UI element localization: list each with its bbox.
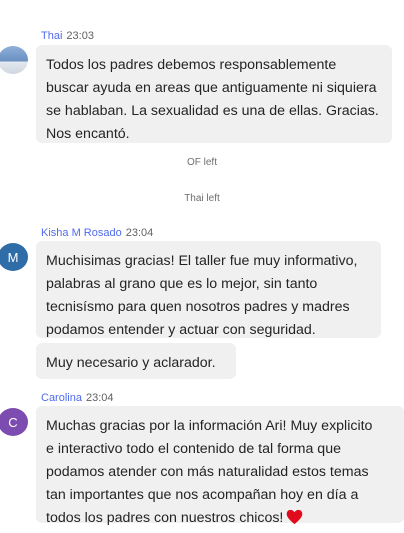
avatar-carolina[interactable]: C bbox=[0, 408, 28, 436]
avatar-thai[interactable] bbox=[0, 46, 28, 74]
message-header: Carolina 23:04 bbox=[41, 392, 114, 404]
sender-name[interactable]: Kisha M Rosado bbox=[41, 227, 122, 239]
heart-icon bbox=[286, 509, 303, 533]
sender-name[interactable]: Thai bbox=[41, 30, 62, 42]
avatar-kisha[interactable]: M bbox=[0, 243, 28, 271]
avatar-initial: C bbox=[8, 414, 18, 430]
message-timestamp: 23:03 bbox=[66, 30, 94, 42]
message-bubble[interactable]: Muchisimas gracias! El taller fue muy in… bbox=[36, 241, 381, 338]
message-text: Muchas gracias por la información Ari! M… bbox=[46, 418, 373, 526]
system-notice: OF left bbox=[186, 157, 217, 168]
message-timestamp: 23:04 bbox=[85, 392, 114, 404]
message-timestamp: 23:04 bbox=[125, 227, 154, 239]
system-notice: Thai left bbox=[184, 193, 220, 204]
message-header: Kisha M Rosado 23:04 bbox=[41, 227, 153, 239]
message-bubble[interactable]: Muy necesario y aclarador. bbox=[36, 343, 236, 379]
sender-name[interactable]: Carolina bbox=[41, 392, 82, 404]
message-header: Thai 23:03 bbox=[41, 30, 94, 42]
message-bubble[interactable]: Todos los padres debemos responsablement… bbox=[36, 45, 392, 143]
message-bubble[interactable]: Muchas gracias por la información Ari! M… bbox=[36, 406, 404, 526]
avatar-initial: M bbox=[7, 249, 19, 265]
